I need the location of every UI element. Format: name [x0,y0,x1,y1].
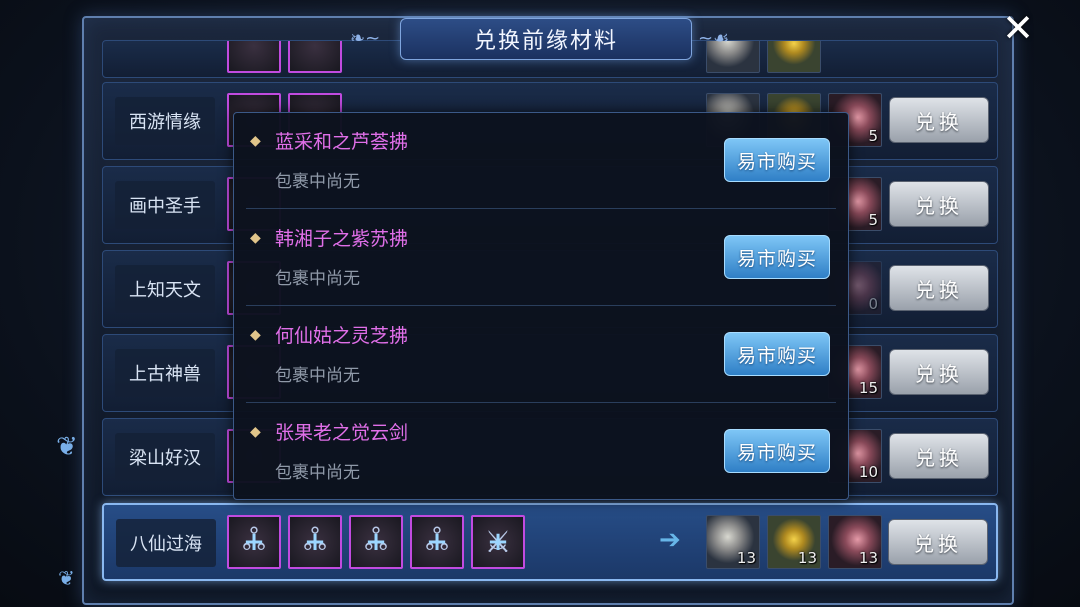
popup-item: ◆ 何仙姑之灵芝拂 包裹中尚无 易市购买 [234,307,848,403]
material-count: 5 [868,211,878,229]
plus-icon: + [426,527,448,557]
sword-item-slot[interactable]: ⚔ + [471,515,525,569]
exchange-button[interactable]: 兑换 [888,519,988,565]
material-count: 5 [868,127,878,145]
plus-icon: + [304,527,326,557]
dialog-title: 兑换前缘材料 [400,18,692,60]
material-icon: 13 [767,515,821,569]
divider [246,305,836,306]
diamond-bullet-icon: ◆ [250,327,261,343]
plus-icon: + [365,527,387,557]
arrow-right-icon: ➔ [659,525,681,555]
fan-item-slot[interactable]: ஃ + [227,515,281,569]
exchange-button[interactable]: 兑换 [889,349,989,395]
item-status: 包裹中尚无 [275,172,360,192]
fan-item-slot[interactable]: ஃ + [349,515,403,569]
item-name: 蓝采和之芦荟拂 [275,131,409,153]
item-status: 包裹中尚无 [275,463,360,483]
item-name: 韩湘子之紫苏拂 [275,228,409,250]
material-icon: 13 [828,515,882,569]
material-count: 13 [797,549,817,567]
butterfly-ornament-icon: ❦ [56,432,78,462]
plus-icon: + [243,527,265,557]
item-slot[interactable] [227,41,281,73]
diamond-bullet-icon: ◆ [250,133,261,149]
popup-item: ◆ 蓝采和之芦荟拂 包裹中尚无 易市购买 [234,113,848,209]
butterfly-ornament-icon: ❦ [58,566,75,590]
material-count: 10 [858,463,878,481]
item-status: 包裹中尚无 [275,269,360,289]
title-ornament-right-icon: ~☙ [698,28,730,49]
close-icon[interactable]: ✕ [996,8,1040,52]
item-status: 包裹中尚无 [275,366,360,386]
market-buy-button[interactable]: 易市购买 [724,235,830,279]
diamond-bullet-icon: ◆ [250,230,261,246]
material-count: 13 [858,549,878,567]
popup-item: ◆ 韩湘子之紫苏拂 包裹中尚无 易市购买 [234,210,848,306]
row-label: 梁山好汉 [115,433,215,481]
row-label: 上知天文 [115,265,215,313]
fan-item-slot[interactable]: ஃ + [288,515,342,569]
list-row-selected[interactable]: 八仙过海 ஃ + ஃ + ஃ + ஃ + ⚔ + ➔ 13 13 13 兑换 [102,503,998,581]
plus-icon: + [487,527,509,557]
fan-item-slot[interactable]: ஃ + [410,515,464,569]
market-buy-button[interactable]: 易市购买 [724,138,830,182]
material-source-popup: ◆ 蓝采和之芦荟拂 包裹中尚无 易市购买 ◆ 韩湘子之紫苏拂 包裹中尚无 易市购… [233,112,849,500]
material-count: 0 [868,295,878,313]
row-label: 八仙过海 [116,519,216,567]
item-name: 张果老之觉云剑 [275,422,409,444]
row-label: 画中圣手 [115,181,215,229]
popup-item: ◆ 张果老之觉云剑 包裹中尚无 易市购买 [234,404,848,500]
diamond-bullet-icon: ◆ [250,424,261,440]
item-slot[interactable] [288,41,342,73]
market-buy-button[interactable]: 易市购买 [724,429,830,473]
row-label: 上古神兽 [115,349,215,397]
exchange-button[interactable]: 兑换 [889,181,989,227]
divider [246,208,836,209]
material-icon: 13 [706,515,760,569]
exchange-button[interactable]: 兑换 [889,265,989,311]
material-count: 15 [858,379,878,397]
market-buy-button[interactable]: 易市购买 [724,332,830,376]
exchange-button[interactable]: 兑换 [889,433,989,479]
material-count: 13 [736,549,756,567]
material-icon [767,41,821,73]
row-label: 西游情缘 [115,97,215,145]
divider [246,402,836,403]
exchange-button[interactable]: 兑换 [889,97,989,143]
item-name: 何仙姑之灵芝拂 [275,325,409,347]
